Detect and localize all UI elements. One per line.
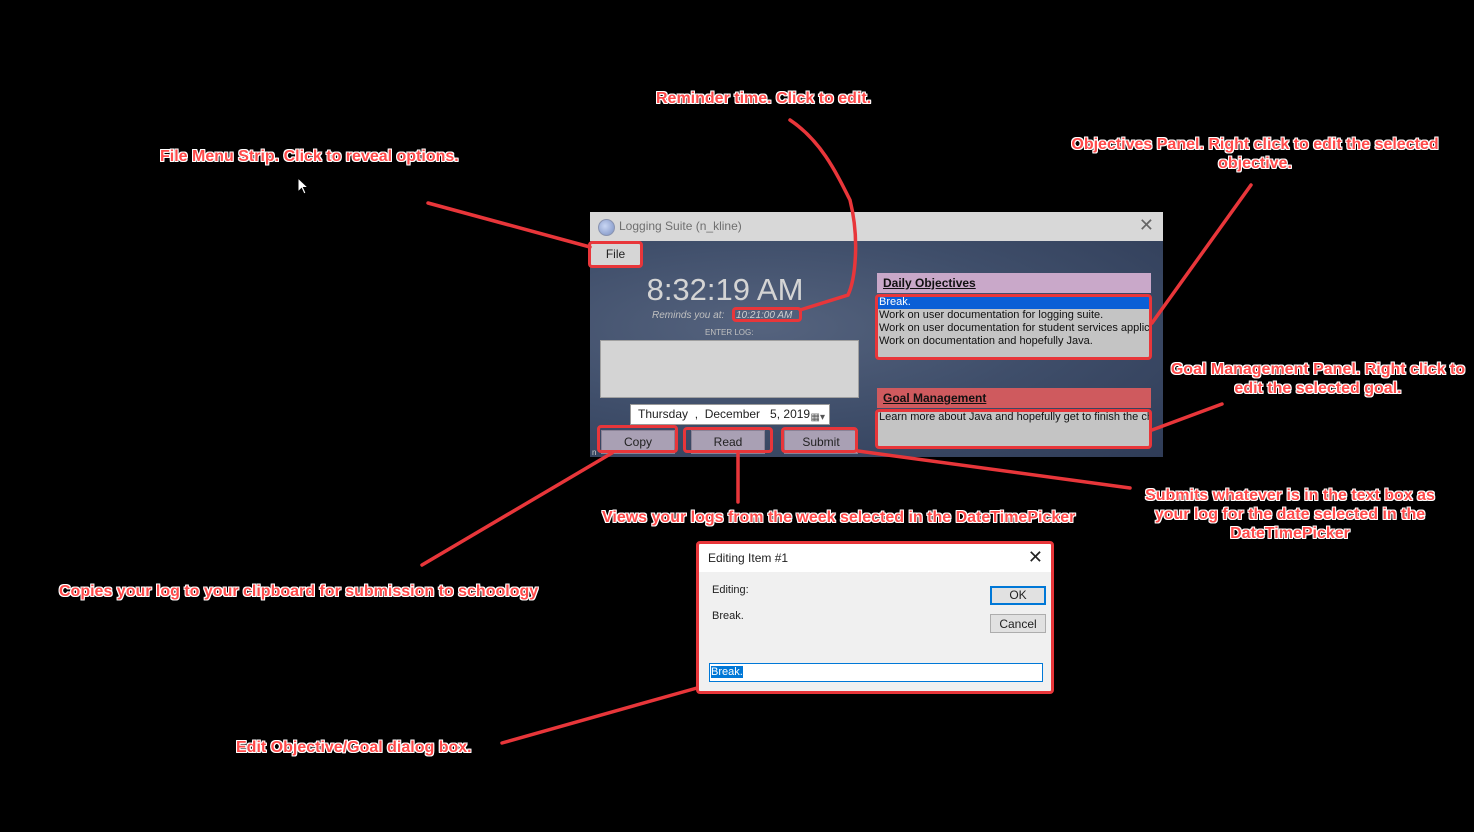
connector-copy <box>420 451 614 567</box>
connector-goal <box>1150 402 1224 432</box>
connector-dialog <box>500 686 699 745</box>
connector-objectives <box>1150 183 1253 325</box>
annotation-connectors <box>420 118 1253 745</box>
connector-submit <box>856 449 1132 490</box>
connector-file <box>426 201 592 249</box>
connector-reminder <box>788 118 858 312</box>
